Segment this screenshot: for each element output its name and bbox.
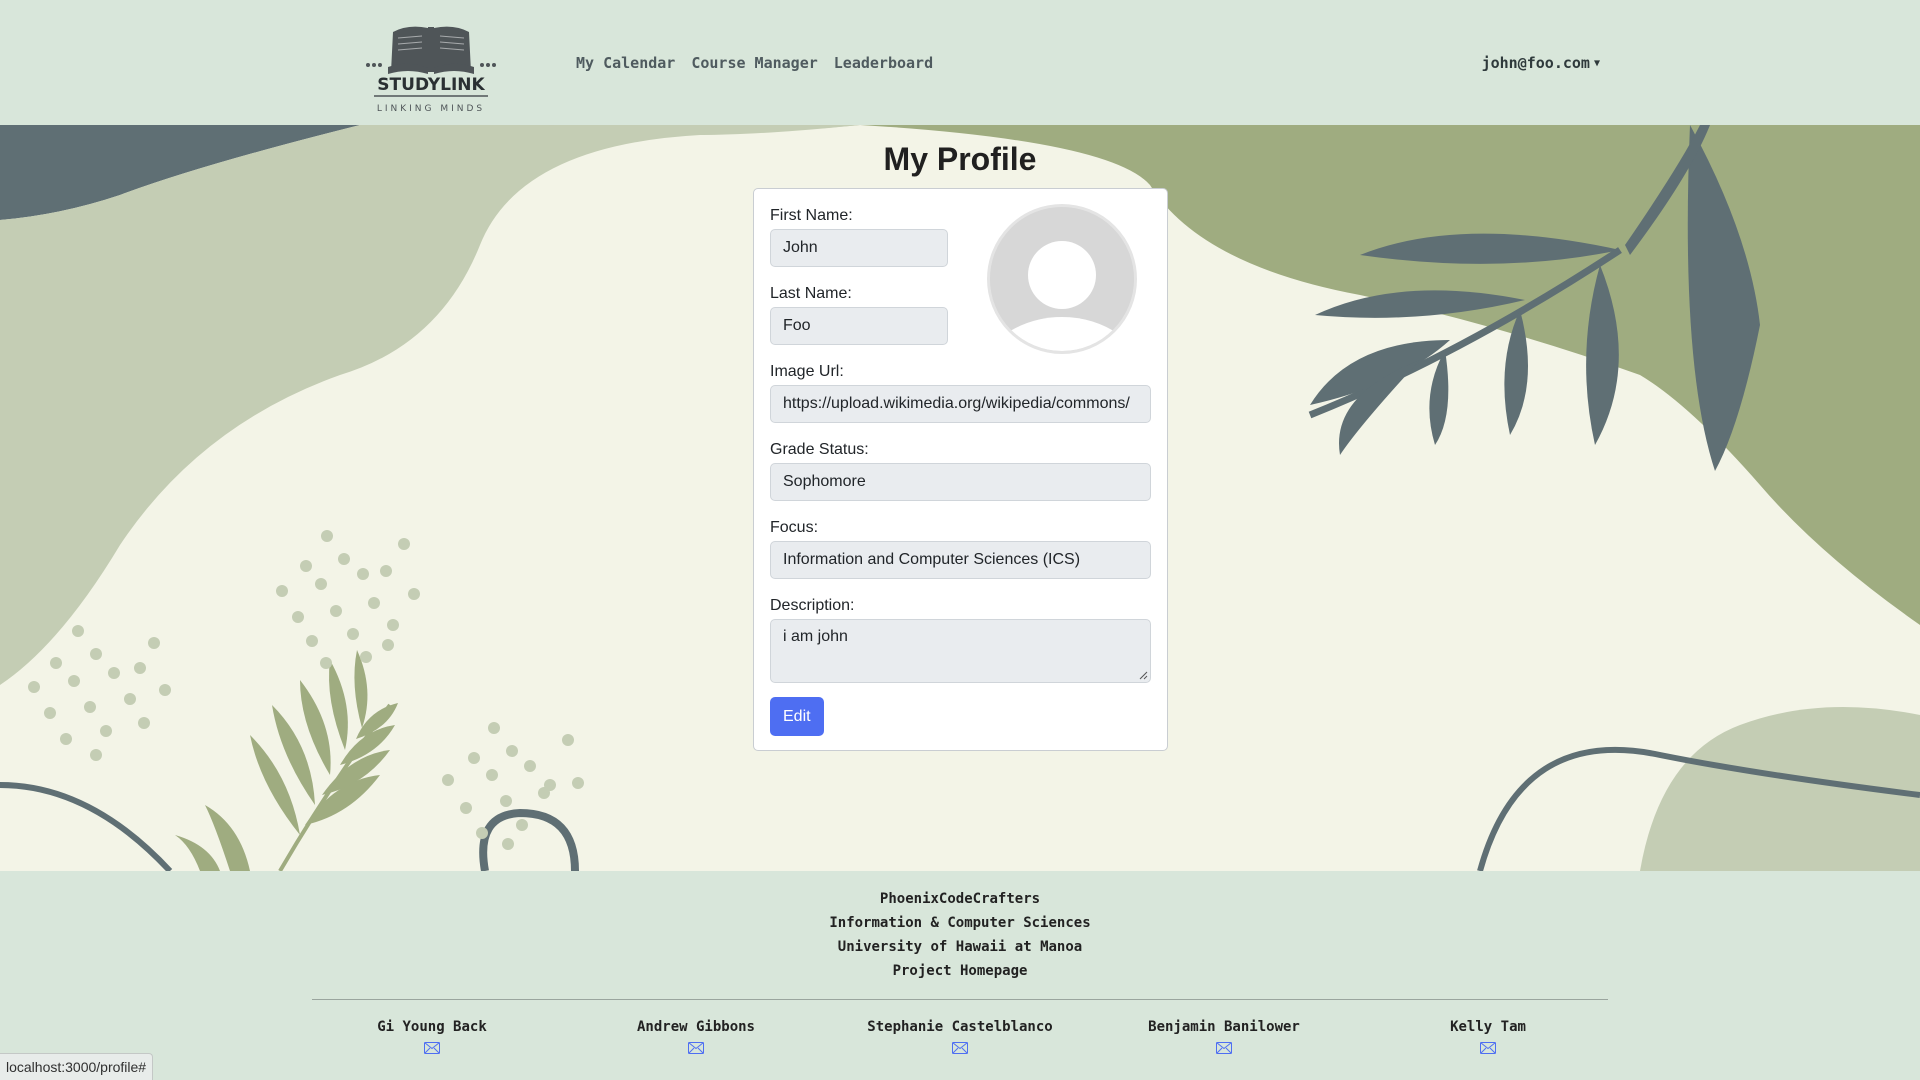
- image-url-field[interactable]: https://upload.wikimedia.org/wikipedia/c…: [770, 385, 1151, 423]
- profile-section: My Profile First Name: John Last Name: F…: [0, 125, 1920, 871]
- open-book-icon: STUDYLINK LINKING MINDS: [366, 26, 496, 114]
- page-title: My Profile: [883, 141, 1037, 177]
- mail-icon[interactable]: [424, 1042, 440, 1054]
- last-name-field[interactable]: Foo: [770, 307, 948, 345]
- member-name: Gi Young Back: [377, 1019, 487, 1035]
- footer-team-name: PhoenixCodeCrafters: [879, 891, 1041, 907]
- caret-down-icon: ▼: [1593, 58, 1600, 69]
- member-name: Andrew Gibbons: [636, 1019, 755, 1035]
- edit-button[interactable]: Edit: [770, 697, 824, 736]
- footer-divider: [312, 999, 1608, 1000]
- mail-icon[interactable]: [1480, 1042, 1496, 1054]
- resize-handle-icon[interactable]: [1138, 670, 1148, 680]
- member-name: Kelly Tam: [1450, 1019, 1526, 1035]
- footer-project-homepage-link[interactable]: Project Homepage: [0, 963, 1920, 979]
- studylink-logo[interactable]: STUDYLINK LINKING MINDS: [364, 22, 498, 115]
- focus-label: Focus:: [770, 519, 819, 536]
- logo-tagline: LINKING MINDS: [377, 104, 485, 114]
- member-name: Benjamin Banilower: [1148, 1019, 1300, 1035]
- mail-icon[interactable]: [952, 1042, 968, 1054]
- description-label: Description:: [770, 597, 855, 614]
- team-member: Stephanie Castelblanco: [850, 1019, 1070, 1058]
- focus-field[interactable]: Information and Computer Sciences (ICS): [770, 541, 1151, 579]
- logo-name: STUDYLINK: [377, 75, 485, 95]
- team-member: Andrew Gibbons: [586, 1019, 806, 1058]
- main-nav: My Calendar Course Manager Leaderboard: [576, 54, 933, 72]
- nav-course-manager[interactable]: Course Manager: [691, 54, 817, 72]
- grade-status-field[interactable]: Sophomore: [770, 463, 1151, 501]
- profile-card: First Name: John Last Name: Foo Image Ur…: [753, 188, 1168, 751]
- user-avatar-placeholder-icon: [990, 207, 1134, 351]
- image-url-label: Image Url:: [770, 363, 844, 380]
- profile-avatar: [987, 204, 1137, 354]
- member-name: Stephanie Castelblanco: [867, 1019, 1053, 1035]
- grade-status-label: Grade Status:: [770, 441, 869, 458]
- footer-department: Information & Computer Sciences: [829, 915, 1091, 931]
- user-menu-dropdown[interactable]: john@foo.com ▼: [1482, 54, 1600, 72]
- mail-icon[interactable]: [1216, 1042, 1232, 1054]
- user-email: john@foo.com: [1481, 54, 1590, 72]
- team-member: Kelly Tam: [1378, 1019, 1598, 1058]
- team-member: Benjamin Banilower: [1114, 1019, 1334, 1058]
- nav-my-calendar[interactable]: My Calendar: [576, 54, 675, 72]
- description-text: i am john: [783, 628, 848, 645]
- navbar: STUDYLINK LINKING MINDS My Calendar Cour…: [0, 0, 1920, 125]
- mail-icon[interactable]: [688, 1042, 704, 1054]
- browser-status-bar: localhost:3000/profile#: [0, 1053, 154, 1080]
- footer: PhoenixCodeCrafters Information & Comput…: [0, 871, 1920, 1080]
- first-name-label: First Name:: [770, 207, 853, 224]
- nav-leaderboard[interactable]: Leaderboard: [834, 54, 933, 72]
- first-name-field[interactable]: John: [770, 229, 948, 267]
- last-name-label: Last Name:: [770, 285, 852, 302]
- description-textarea[interactable]: i am john: [770, 619, 1151, 683]
- footer-university: University of Hawaii at Manoa: [837, 939, 1083, 955]
- team-member: Gi Young Back: [322, 1019, 542, 1058]
